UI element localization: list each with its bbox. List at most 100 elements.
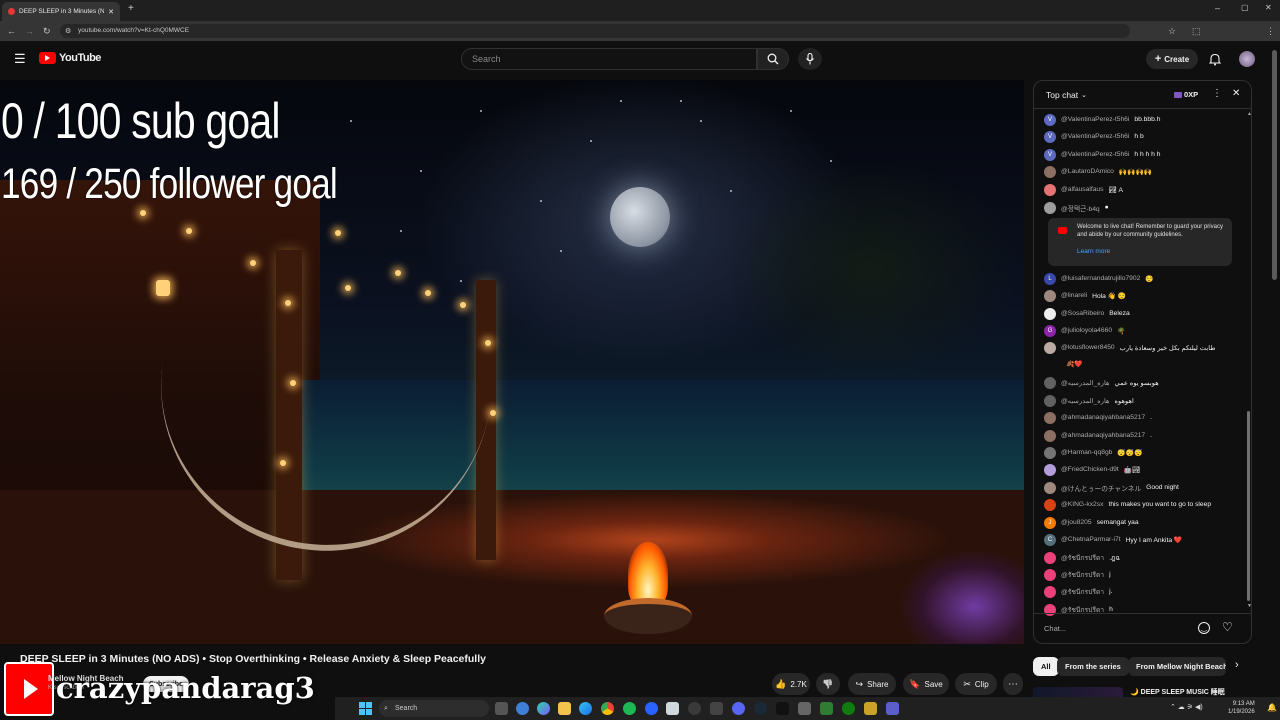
extensions-icon[interactable]: ⬚ [1192,25,1201,37]
chat-message[interactable]: @KING-kx2sx this makes you want to go to … [1044,496,1244,513]
chat-message[interactable]: @linareli Hola 👋 😌 [1044,287,1244,304]
chat-author[interactable]: @รัชนีกรปรีดา [1061,586,1104,597]
chat-avatar[interactable] [1044,201,1056,214]
chat-author[interactable]: @Harman-qq8gb [1061,449,1112,456]
system-tray-icons[interactable]: ⌃ ☁ ⚞ ◀) [1170,703,1203,711]
chat-message[interactable]: @SosaRibeiro Beleza [1044,305,1244,322]
chat-message[interactable]: @ahmadanaqiyahbana5217. [1044,427,1244,444]
chat-author[interactable]: @alfausalfaus [1061,186,1103,193]
chat-author[interactable]: @luisafernandatrujillo7902 [1061,275,1140,282]
copilot-icon[interactable] [537,702,550,715]
chat-message[interactable]: V @ValentinaPerez-t5h6i bb.bbb.h [1044,111,1244,128]
clip-button[interactable]: ✂ Clip [955,673,997,695]
browser-tab[interactable]: DEEP SLEEP in 3 Minutes (NO A ✕ [2,2,120,21]
chat-author[interactable]: @รัชนีกรปรีดา [1061,569,1104,580]
channel-avatar[interactable] [4,662,54,716]
chat-message[interactable]: @FriedChicken-d9t 🤖🏞 [1044,461,1244,478]
app-icon-light[interactable] [666,702,679,715]
chat-message[interactable]: @รัชนีกรปรีดา h [1044,601,1244,618]
hamburger-menu-icon[interactable]: ☰ [14,51,26,67]
site-info-icon[interactable]: ⚙ [65,26,71,38]
chip-all[interactable]: All [1033,657,1059,676]
chat-message[interactable]: @هاره_المدرسيه هوبسو يوه عمي [1044,374,1244,391]
chat-author[interactable]: @SosaRibeiro [1061,310,1104,317]
chat-author[interactable]: @هاره_المدرسيه [1061,397,1110,405]
chat-message[interactable]: J @jou8205 semangat yaa [1044,514,1244,531]
chat-message[interactable]: @รัชนีกรปรีดา .ฎฉ [1044,549,1244,566]
windows-start-icon[interactable] [359,702,372,715]
spotify-icon[interactable] [623,702,636,715]
chat-author[interactable]: @ChetnaParmar-i7t [1061,536,1121,543]
chat-author[interactable]: @lotusflower8450 [1061,344,1115,351]
more-actions-button[interactable]: ⋯ [1003,673,1023,695]
notifications-bell-icon[interactable] [1209,53,1221,66]
notification-center-icon[interactable]: 🔔 [1267,703,1277,712]
file-explorer-icon[interactable] [558,702,571,715]
obs-icon[interactable] [688,702,701,715]
chat-message[interactable]: C @ChetnaParmar-i7t Hyy I am Ankita ❤️ [1044,531,1244,548]
chat-author[interactable]: @ValentinaPerez-t5h6i [1061,133,1129,140]
minimize-icon[interactable]: – [1215,3,1220,13]
chat-avatar[interactable] [1044,463,1056,476]
back-icon[interactable]: ← [7,25,16,37]
edge-icon[interactable] [579,702,592,715]
heart-icon[interactable]: ♡ [1222,620,1233,634]
chat-input[interactable]: Chat... [1044,620,1194,638]
chat-avatar[interactable] [1044,341,1056,354]
chat-message[interactable]: @هاره_المدرسيه اهوهوه [1044,392,1244,409]
chat-more-icon[interactable]: ⋮ [1212,88,1222,99]
chat-author[interactable]: @정택근-b4q [1061,203,1100,213]
chat-author[interactable]: @هاره_المدرسيه [1061,379,1110,387]
app-icon-blue[interactable] [645,702,658,715]
page-scrollbar[interactable] [1272,50,1277,280]
emoji-icon[interactable]: ‿ [1198,622,1210,634]
reload-icon[interactable]: ↻ [43,25,51,37]
steam-icon[interactable] [754,702,767,715]
chat-message[interactable]: @lotusflower8450 طابت ليلتكم بكل خير وسعا… [1044,339,1244,356]
chat-avatar[interactable]: V [1044,148,1056,161]
chat-author[interactable]: @jou8205 [1061,519,1092,526]
dislike-button[interactable]: 👎 [816,673,840,695]
chrome-icon[interactable] [601,702,614,715]
chat-avatar[interactable] [1044,376,1056,389]
chat-message[interactable]: G @julioloyola4660 🌴 [1044,322,1244,339]
chat-avatar[interactable]: J [1044,516,1056,529]
chat-message[interactable]: @けんとぅーのチャンネル Good night [1044,479,1244,496]
chat-message[interactable]: @정택근-b4q ● [1044,199,1244,216]
browser-menu-icon[interactable]: ⋮ [1266,25,1275,37]
chat-message[interactable]: @รัชนีกรปรีดา j. [1044,583,1244,600]
chat-message[interactable]: @alfausalfaus 🏞 A [1044,181,1244,198]
chat-avatar[interactable] [1044,429,1056,442]
like-button[interactable]: 👍 2.7K [772,673,810,695]
chat-author[interactable]: @linareli [1061,292,1087,299]
chat-message[interactable]: V @ValentinaPerez-t5h6i h h h h h [1044,146,1244,163]
chat-author[interactable]: @ValentinaPerez-t5h6i [1061,151,1129,158]
share-button[interactable]: ↪ Share [848,673,896,695]
chat-author[interactable]: @julioloyola4660 [1061,327,1112,334]
chip-from-series[interactable]: From the series [1057,657,1129,676]
chat-avatar[interactable]: V [1044,113,1056,126]
chat-avatar[interactable] [1044,394,1056,407]
chat-avatar[interactable] [1044,498,1056,511]
chat-avatar[interactable] [1044,568,1056,581]
chat-message[interactable]: 🍂❤️ [1044,355,1244,372]
url-field[interactable]: youtube.com/watch?v=Kt-chQ0MWCE [60,24,1130,38]
chat-message[interactable]: @Harman-qq8gb 😴😴😴 [1044,444,1244,461]
app-icon-grey[interactable] [798,702,811,715]
chat-scrollbar[interactable]: ▲ ▼ [1247,111,1251,611]
taskbar-clock[interactable]: 9:13 AM 1/19/2026 [1228,700,1255,716]
chat-avatar[interactable]: C [1044,533,1056,546]
chat-avatar[interactable] [1044,358,1056,370]
youtube-logo[interactable]: YouTube [39,52,101,64]
kick-icon[interactable] [776,702,789,715]
chat-avatar[interactable] [1044,183,1056,196]
xp-badge[interactable]: 0XP [1174,90,1198,99]
chat-avatar[interactable]: L [1044,272,1056,285]
chat-scroll-thumb[interactable] [1247,411,1250,601]
chat-avatar[interactable]: G [1044,324,1056,337]
chat-avatar[interactable] [1044,289,1056,302]
chat-avatar[interactable] [1044,307,1056,320]
chat-avatar[interactable] [1044,446,1056,459]
chat-mode-dropdown[interactable]: Top chat ⌄ [1046,90,1087,100]
discord-icon[interactable] [732,702,745,715]
